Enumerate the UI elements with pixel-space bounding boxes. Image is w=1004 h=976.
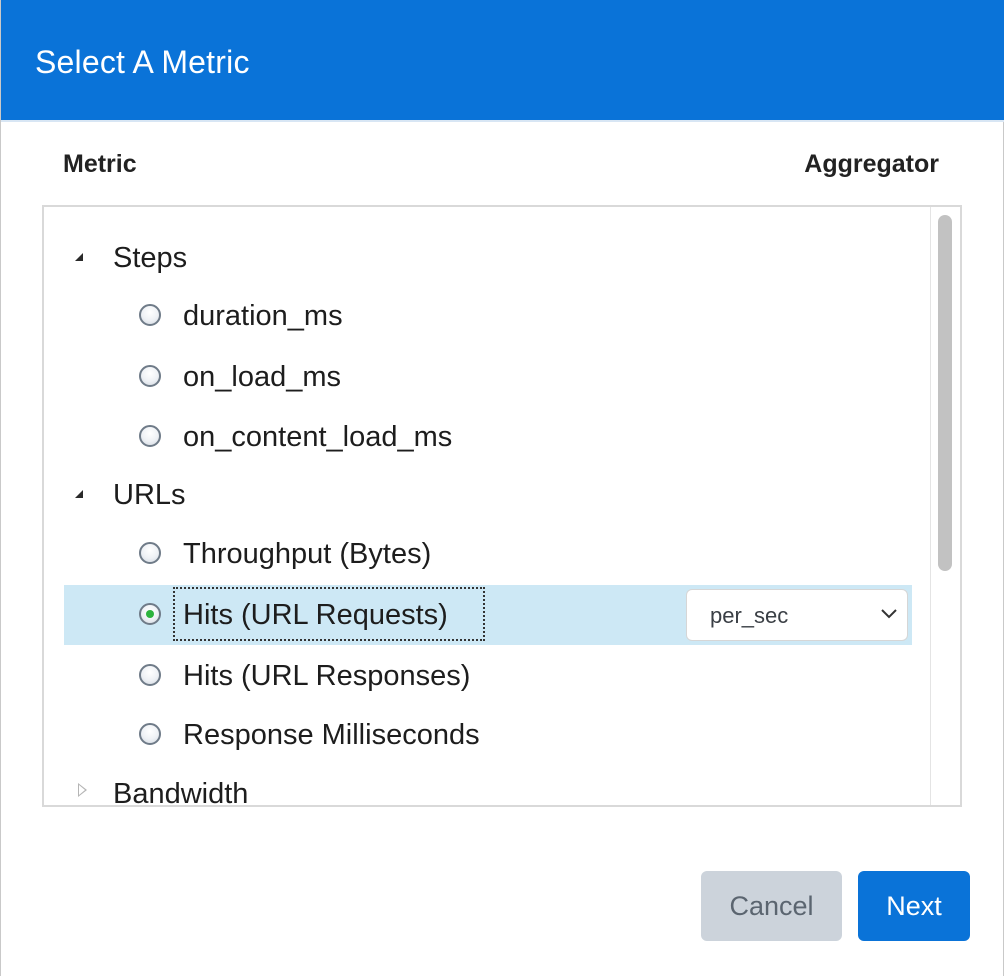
radio-button[interactable] bbox=[139, 664, 161, 686]
metric-item-on-content-load-ms[interactable]: on_content_load_ms bbox=[44, 408, 932, 466]
aggregator-select-value: per_sec bbox=[710, 603, 789, 628]
metric-label: duration_ms bbox=[183, 300, 343, 332]
dialog-header: Select A Metric bbox=[1, 0, 1004, 122]
metric-label: Response Milliseconds bbox=[183, 719, 480, 751]
focus-outline bbox=[173, 587, 485, 641]
aggregator-column-header: Aggregator bbox=[804, 150, 939, 178]
metric-label: Hits (URL Responses) bbox=[183, 660, 471, 692]
triangle-right-icon[interactable] bbox=[78, 783, 87, 797]
metric-item-on-load-ms[interactable]: on_load_ms bbox=[44, 348, 932, 406]
radio-button[interactable] bbox=[139, 542, 161, 564]
metric-item-throughput-bytes[interactable]: Throughput (Bytes) bbox=[44, 525, 932, 583]
radio-button-checked[interactable] bbox=[139, 603, 161, 625]
chevron-down-icon bbox=[881, 609, 897, 619]
metric-label: Throughput (Bytes) bbox=[183, 538, 432, 570]
metric-column-header: Metric bbox=[63, 150, 137, 178]
radio-button[interactable] bbox=[139, 365, 161, 387]
metric-item-response-milliseconds[interactable]: Response Milliseconds bbox=[44, 706, 932, 764]
metric-item-hits-url-responses[interactable]: Hits (URL Responses) bbox=[44, 647, 932, 705]
tree-group-label: URLs bbox=[113, 479, 186, 511]
radio-button[interactable] bbox=[139, 723, 161, 745]
metric-tree[interactable]: Steps duration_ms on_load_ms on_content_… bbox=[42, 205, 962, 807]
aggregator-select[interactable]: per_sec bbox=[686, 589, 908, 641]
tree-group-bandwidth[interactable]: Bandwidth bbox=[44, 765, 932, 807]
triangle-down-icon[interactable] bbox=[75, 490, 83, 498]
tree-group-label: Bandwidth bbox=[113, 778, 249, 807]
cancel-button[interactable]: Cancel bbox=[701, 871, 842, 941]
next-button[interactable]: Next bbox=[858, 871, 970, 941]
radio-button[interactable] bbox=[139, 304, 161, 326]
tree-group-label: Steps bbox=[113, 242, 188, 274]
tree-group-urls[interactable]: URLs bbox=[44, 466, 932, 524]
scrollbar-thumb[interactable] bbox=[938, 215, 952, 571]
metric-item-duration-ms[interactable]: duration_ms bbox=[44, 287, 932, 345]
dialog-title: Select A Metric bbox=[35, 44, 250, 80]
metric-label: on_load_ms bbox=[183, 361, 341, 393]
tree-group-steps[interactable]: Steps bbox=[44, 229, 932, 287]
select-metric-dialog: Select A Metric Metric Aggregator Steps … bbox=[0, 0, 1004, 976]
vertical-scrollbar[interactable] bbox=[930, 207, 960, 805]
radio-button[interactable] bbox=[139, 425, 161, 447]
triangle-down-icon[interactable] bbox=[75, 253, 83, 261]
metric-label: on_content_load_ms bbox=[183, 421, 453, 453]
